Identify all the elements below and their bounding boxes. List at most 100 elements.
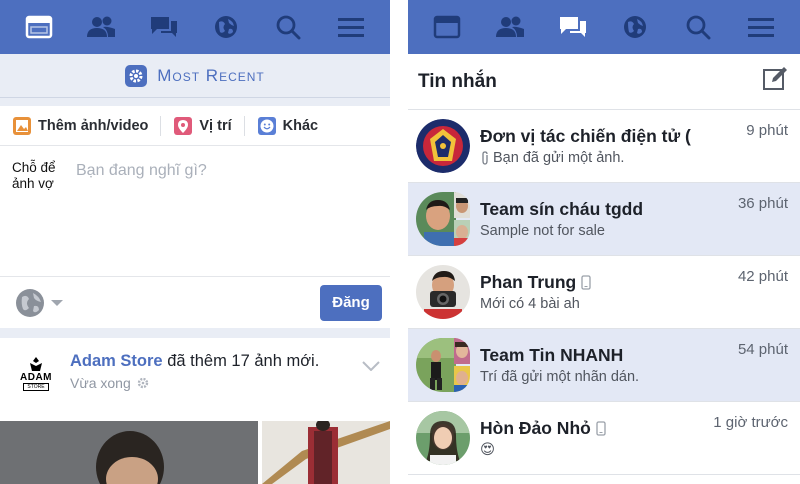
menu-tab[interactable] bbox=[329, 5, 373, 49]
location-button[interactable]: Vị trí bbox=[160, 115, 243, 136]
messages-screen: Tin nhắn Đơn vị tác chiến điện tử ( Bạn … bbox=[408, 0, 800, 484]
avatar bbox=[416, 265, 470, 319]
add-photo-button[interactable]: Thêm ảnh/video bbox=[12, 116, 160, 136]
story-action-text: đã thêm 17 ảnh mới. bbox=[167, 352, 320, 370]
friend-requests-tab[interactable] bbox=[79, 5, 123, 49]
story-timestamp[interactable]: Vừa xong bbox=[70, 375, 131, 391]
news-feed-screen: Most Recent Thêm ảnh/video Vị trí Khác C… bbox=[0, 0, 390, 484]
message-preview-text: Bạn đã gửi một ảnh. bbox=[493, 150, 625, 166]
messages-tab[interactable] bbox=[551, 5, 595, 49]
top-nav-bar bbox=[0, 0, 390, 54]
message-timestamp: 42 phút bbox=[737, 268, 788, 285]
story-text: Adam Store đã thêm 17 ảnh mới. Vừa xong bbox=[70, 352, 319, 391]
search-icon bbox=[277, 15, 301, 40]
composer-action-bar: Thêm ảnh/video Vị trí Khác bbox=[0, 106, 390, 146]
composer-body[interactable]: Chỗ để ảnh vợ Bạn đang nghĩ gì? bbox=[0, 146, 390, 276]
story-meta: Vừa xong bbox=[70, 375, 319, 391]
message-preview-emoji: 😍 bbox=[480, 442, 496, 458]
conversation-row[interactable]: Phan Trung Mới có 4 bài ah 42 phút bbox=[408, 256, 800, 329]
message-preview-text: Trí đã gửi một nhãn dán. bbox=[480, 369, 640, 385]
conversation-name-text: Team sín cháu tgdd bbox=[480, 199, 644, 219]
messages-tab[interactable] bbox=[142, 5, 186, 49]
friends-icon bbox=[87, 16, 116, 37]
notifications-tab[interactable] bbox=[204, 5, 248, 49]
conversation-row[interactable]: Team sín cháu tgdd Sample not for sale 3… bbox=[408, 183, 800, 256]
chat-bubbles-icon bbox=[559, 17, 586, 37]
compose-message-button[interactable] bbox=[762, 66, 788, 97]
message-preview: Trí đã gửi một nhãn dán. bbox=[480, 369, 790, 385]
message-preview: Sample not for sale bbox=[480, 223, 790, 239]
search-icon bbox=[686, 15, 711, 40]
conversation-content: Đơn vị tác chiến điện tử ( Bạn đã gửi mộ… bbox=[480, 126, 790, 166]
messages-header: Tin nhắn bbox=[408, 54, 800, 110]
page-avatar[interactable]: ADAM STORE bbox=[14, 352, 58, 396]
hamburger-menu-icon bbox=[337, 18, 364, 37]
panel-gap bbox=[390, 0, 408, 484]
search-tab[interactable] bbox=[676, 5, 720, 49]
status-input[interactable]: Bạn đang nghĩ gì? bbox=[76, 162, 207, 180]
page-title: Tin nhắn bbox=[418, 70, 497, 92]
conversation-name-text: Team Tin NHANH bbox=[480, 345, 624, 365]
conversation-row[interactable]: Hòn Đảo Nhỏ 😍 1 giờ trước bbox=[408, 402, 800, 475]
message-preview: Mới có 4 bài ah bbox=[480, 296, 790, 312]
story-options-button[interactable] bbox=[362, 358, 380, 376]
conversation-row[interactable]: Team Tin NHANH Trí đã gửi một nhãn dán. … bbox=[408, 329, 800, 402]
most-recent-label: Most Recent bbox=[157, 65, 265, 85]
adam-logo-icon bbox=[30, 357, 42, 371]
feed-story: ADAM STORE Adam Store đã thêm 17 ảnh mới… bbox=[0, 338, 390, 410]
mobile-phone-icon bbox=[596, 421, 606, 436]
news-feed-icon bbox=[25, 15, 53, 39]
story-photo[interactable] bbox=[262, 421, 390, 484]
message-preview-text: Mới có 4 bài ah bbox=[480, 296, 580, 312]
smiley-icon bbox=[257, 116, 276, 135]
thread-list: Đơn vị tác chiến điện tử ( Bạn đã gửi mộ… bbox=[408, 110, 800, 475]
story-photo[interactable] bbox=[0, 421, 258, 484]
message-timestamp: 36 phút bbox=[737, 195, 788, 212]
group-avatar bbox=[416, 192, 470, 246]
news-feed-tab[interactable] bbox=[17, 5, 61, 49]
conversation-name-text: Phan Trung bbox=[480, 272, 577, 292]
conversation-name-text: Đơn vị tác chiến điện tử ( bbox=[480, 126, 691, 146]
chevron-down-icon bbox=[51, 299, 63, 306]
add-photo-label: Thêm ảnh/video bbox=[38, 117, 149, 134]
friend-requests-tab[interactable] bbox=[488, 5, 532, 49]
search-tab[interactable] bbox=[266, 5, 310, 49]
paperclip-icon bbox=[482, 151, 488, 165]
globe-icon bbox=[16, 288, 44, 317]
message-preview: 😍 bbox=[480, 442, 790, 458]
location-label: Vị trí bbox=[199, 117, 232, 134]
message-timestamp: 54 phút bbox=[737, 341, 788, 358]
story-headline: Adam Store đã thêm 17 ảnh mới. bbox=[70, 352, 319, 371]
globe-icon bbox=[215, 16, 238, 38]
chevron-down-icon bbox=[362, 361, 380, 372]
message-preview-text: Sample not for sale bbox=[480, 223, 605, 239]
more-options-label: Khác bbox=[282, 117, 319, 134]
logo-text: ADAM bbox=[20, 372, 52, 383]
divider bbox=[0, 98, 390, 106]
status-composer: Thêm ảnh/video Vị trí Khác Chỗ để ảnh vợ… bbox=[0, 106, 390, 328]
friends-icon bbox=[495, 16, 524, 37]
menu-tab[interactable] bbox=[739, 5, 783, 49]
chat-bubbles-icon bbox=[150, 17, 177, 37]
message-timestamp: 1 giờ trước bbox=[713, 414, 788, 431]
compose-icon bbox=[763, 67, 787, 90]
photo-icon bbox=[13, 116, 31, 135]
notifications-tab[interactable] bbox=[613, 5, 657, 49]
composer-footer: Đăng bbox=[0, 276, 390, 328]
message-timestamp: 9 phút bbox=[746, 122, 788, 139]
post-button[interactable]: Đăng bbox=[320, 284, 382, 321]
logo-subtext: STORE bbox=[23, 383, 49, 391]
location-pin-icon bbox=[174, 116, 193, 135]
hamburger-menu-icon bbox=[747, 18, 774, 37]
more-options-button[interactable]: Khác bbox=[243, 115, 330, 136]
conversation-row[interactable]: Đơn vị tác chiến điện tử ( Bạn đã gửi mộ… bbox=[408, 110, 800, 183]
page-name-link[interactable]: Adam Store bbox=[70, 352, 163, 370]
avatar bbox=[416, 411, 470, 465]
gear-icon bbox=[137, 377, 148, 389]
top-nav-bar bbox=[408, 0, 800, 54]
most-recent-filter[interactable]: Most Recent bbox=[0, 54, 390, 98]
divider bbox=[0, 328, 390, 338]
privacy-selector[interactable] bbox=[14, 287, 64, 319]
conversation-name-text: Hòn Đảo Nhỏ bbox=[480, 418, 591, 438]
news-feed-tab[interactable] bbox=[425, 5, 469, 49]
